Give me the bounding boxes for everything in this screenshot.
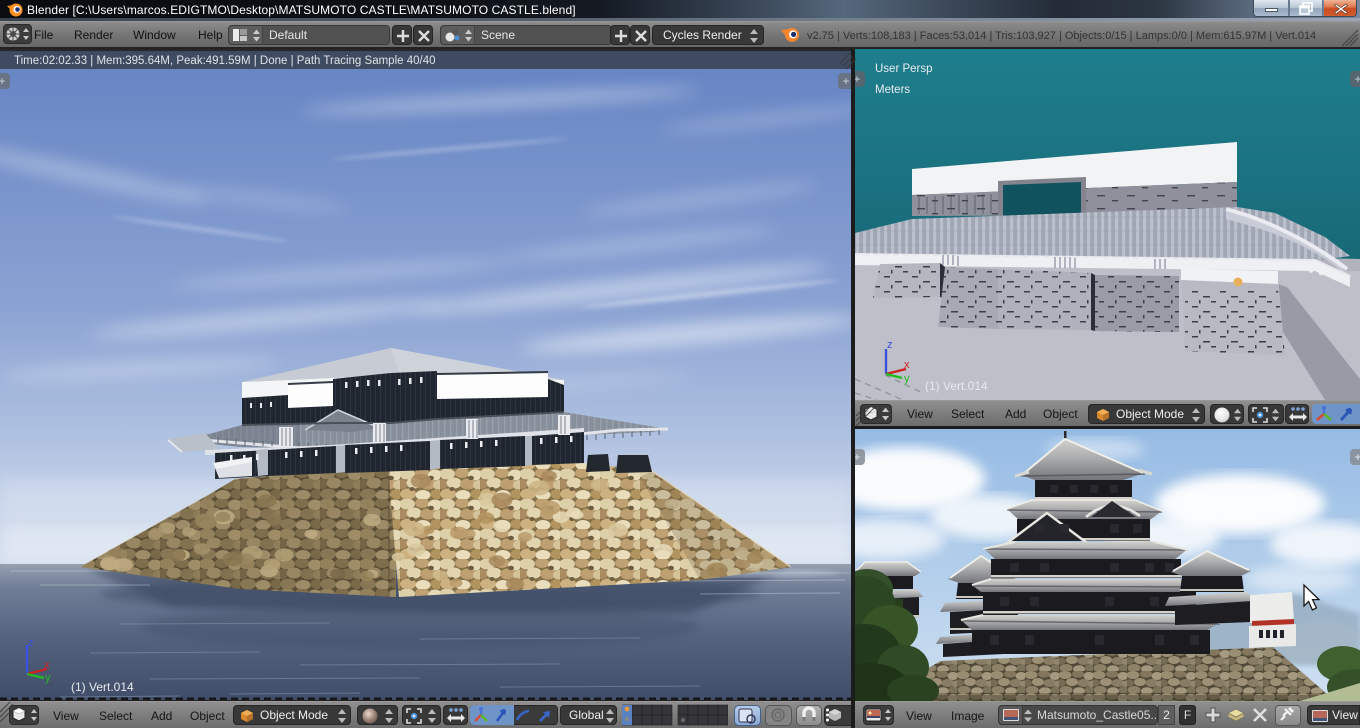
- svg-text:+: +: [1354, 450, 1360, 464]
- svg-text:Meters: Meters: [875, 84, 910, 96]
- svg-text:z: z: [887, 339, 893, 351]
- svg-text:User Persp: User Persp: [875, 63, 933, 75]
- svg-text:y: y: [904, 373, 910, 385]
- svg-text:(1) Vert.014: (1) Vert.014: [925, 379, 988, 393]
- svg-text:(1) Vert.014: (1) Vert.014: [71, 680, 134, 694]
- svg-text:Time:02:02.33 | Mem:395.64M, P: Time:02:02.33 | Mem:395.64M, Peak:491.59…: [14, 55, 436, 67]
- svg-text:+: +: [0, 74, 6, 88]
- svg-text:x: x: [904, 359, 910, 371]
- svg-text:y: y: [45, 672, 51, 684]
- svg-text:+: +: [842, 74, 849, 88]
- svg-text:z: z: [28, 637, 34, 649]
- svg-text:+: +: [855, 72, 861, 86]
- svg-text:+: +: [1354, 72, 1360, 86]
- svg-text:+: +: [855, 450, 861, 464]
- svg-text:x: x: [44, 659, 50, 671]
